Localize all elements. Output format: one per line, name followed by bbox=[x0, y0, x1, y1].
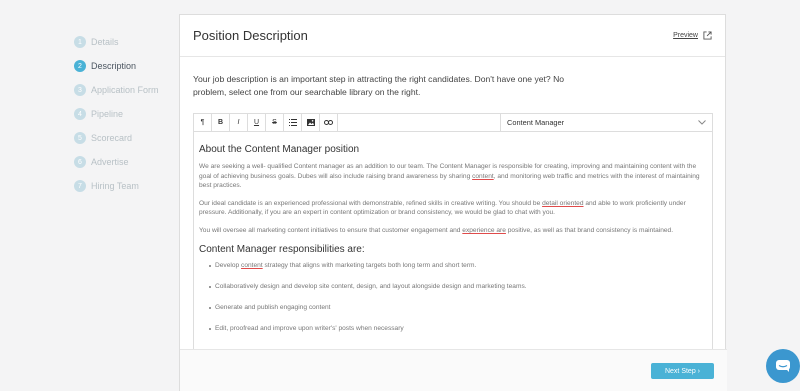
strikethrough-button[interactable]: S bbox=[266, 114, 284, 131]
page-title: Position Description bbox=[193, 28, 308, 43]
content-paragraph-3: You will oversee all marketing content i… bbox=[199, 226, 674, 234]
position-description-card: Position Description Preview Your job de… bbox=[179, 14, 727, 391]
rich-text-editor: ¶ B I U S Content Manager About the Cont… bbox=[193, 113, 713, 350]
list-icon bbox=[288, 119, 297, 126]
step-application-form[interactable]: 3 Application Form bbox=[74, 78, 159, 102]
step-number: 3 bbox=[74, 84, 86, 96]
italic-button[interactable]: I bbox=[230, 114, 248, 131]
step-label: Scorecard bbox=[91, 133, 133, 143]
step-details[interactable]: 1 Details bbox=[74, 30, 159, 54]
content-paragraph-2: Our ideal candidate is an experienced pr… bbox=[199, 199, 686, 217]
step-number: 6 bbox=[74, 156, 86, 168]
step-advertise[interactable]: 6 Advertise bbox=[74, 150, 159, 174]
responsibilities-heading: Content Manager responsibilities are: bbox=[199, 243, 365, 255]
responsibilities-list: Develop content strategy that aligns wit… bbox=[199, 262, 707, 332]
step-label: Application Form bbox=[91, 85, 159, 95]
external-link-icon bbox=[703, 31, 712, 40]
chevron-down-icon bbox=[698, 120, 706, 125]
next-step-button[interactable]: Next Step › bbox=[651, 363, 714, 379]
bold-button[interactable]: B bbox=[212, 114, 230, 131]
underline-button[interactable]: U bbox=[248, 114, 266, 131]
link-icon bbox=[324, 120, 333, 125]
step-number: 4 bbox=[74, 108, 86, 120]
step-description[interactable]: 2 Description bbox=[74, 54, 159, 78]
image-icon bbox=[306, 119, 315, 126]
step-label: Advertise bbox=[91, 157, 129, 167]
step-number: 7 bbox=[74, 180, 86, 192]
card-header: Position Description Preview bbox=[180, 15, 725, 57]
list-item: Generate and publish engaging content bbox=[209, 304, 707, 311]
list-item: Edit, proofread and improve upon writer'… bbox=[209, 325, 707, 332]
preview-link[interactable]: Preview bbox=[673, 31, 712, 40]
editor-toolbar: ¶ B I U S Content Manager bbox=[194, 114, 712, 132]
step-label: Details bbox=[91, 37, 119, 47]
link-button[interactable] bbox=[320, 114, 338, 131]
bullet-list-button[interactable] bbox=[284, 114, 302, 131]
step-number: 2 bbox=[74, 60, 86, 72]
list-item: Collaboratively design and develop site … bbox=[209, 283, 707, 290]
step-number: 5 bbox=[74, 132, 86, 144]
toolbar-spacer bbox=[338, 114, 501, 131]
image-button[interactable] bbox=[302, 114, 320, 131]
chat-widget-button[interactable] bbox=[766, 349, 800, 383]
chat-icon bbox=[776, 360, 790, 372]
list-item: Develop content strategy that aligns wit… bbox=[209, 262, 707, 269]
content-paragraph-1: We are seeking a well- qualified Content… bbox=[199, 163, 700, 190]
intro-text: Your job description is an important ste… bbox=[193, 74, 565, 97]
step-hiring-team[interactable]: 7 Hiring Team bbox=[74, 174, 159, 198]
template-select[interactable]: Content Manager bbox=[501, 114, 712, 131]
step-label: Pipeline bbox=[91, 109, 124, 119]
step-label: Description bbox=[91, 61, 137, 71]
step-scorecard[interactable]: 5 Scorecard bbox=[74, 126, 159, 150]
step-label: Hiring Team bbox=[91, 181, 139, 191]
content-heading: About the Content Manager position bbox=[199, 144, 360, 155]
step-pipeline[interactable]: 4 Pipeline bbox=[74, 102, 159, 126]
step-number: 1 bbox=[74, 36, 86, 48]
paragraph-button[interactable]: ¶ bbox=[194, 114, 212, 131]
editor-content[interactable]: About the Content Manager position We ar… bbox=[194, 132, 712, 349]
template-select-value: Content Manager bbox=[507, 118, 565, 127]
preview-label: Preview bbox=[673, 32, 698, 39]
steps-nav: 1 Details 2 Description 3 Application Fo… bbox=[74, 30, 159, 198]
card-footer: Next Step › bbox=[180, 349, 727, 391]
